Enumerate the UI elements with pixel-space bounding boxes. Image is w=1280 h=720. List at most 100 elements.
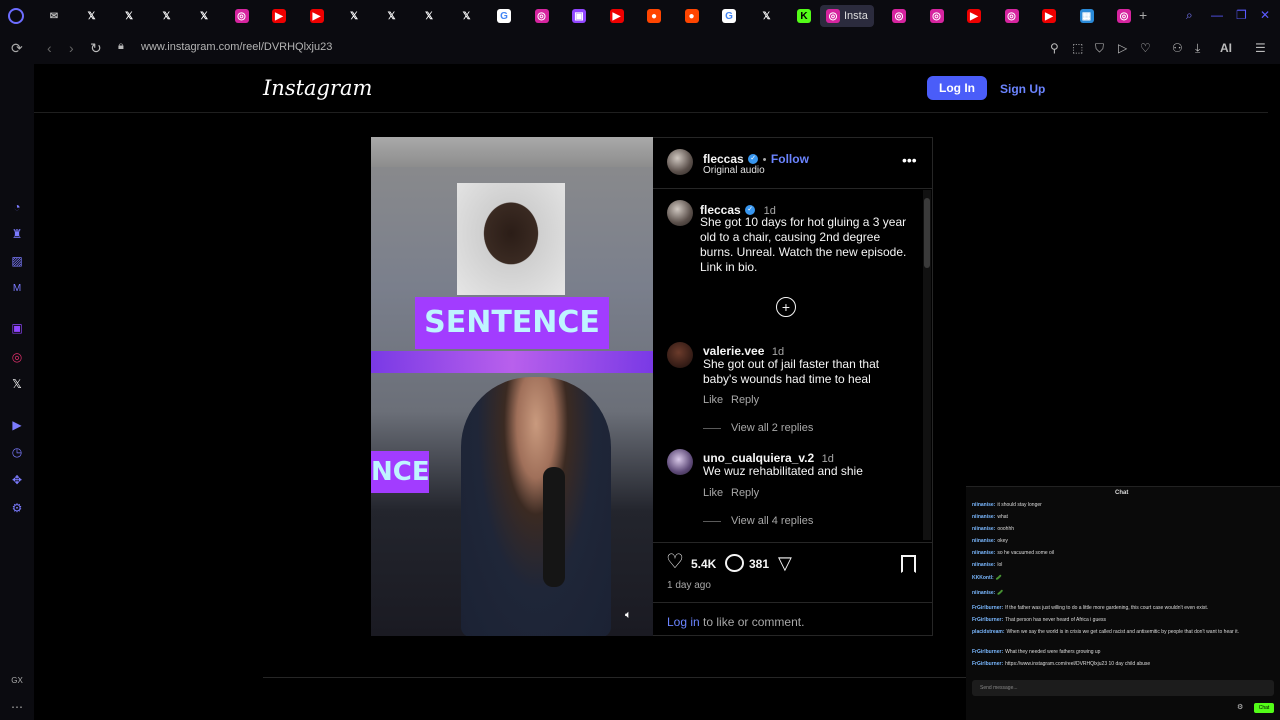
browser-tab[interactable]: 𝕏 (456, 5, 478, 27)
more-options-icon[interactable]: ••• (902, 152, 917, 168)
back-icon[interactable]: ‹ (47, 40, 52, 56)
snapshot-icon[interactable]: ⬚ (1072, 41, 1083, 55)
history-icon[interactable]: ◷ (10, 445, 24, 459)
gx-label[interactable]: GX (10, 673, 24, 687)
sync-icon[interactable]: ⟳ (11, 40, 23, 57)
settings-icon[interactable]: ⚙ (10, 501, 24, 515)
author-avatar[interactable] (667, 149, 693, 175)
browser-tab[interactable]: K (793, 5, 815, 27)
login-prompt-link[interactable]: Log in (667, 615, 700, 629)
chat-username[interactable]: niinanise: (972, 590, 995, 596)
browser-tab[interactable]: ◎ (888, 5, 910, 27)
reel-video[interactable]: SENTENCE NCE 🔈︎ (371, 137, 653, 636)
url-field[interactable]: www.instagram.com/reel/DVRHQlxju23 (141, 41, 332, 53)
chat-username[interactable]: niinanise: (972, 526, 995, 532)
reload-icon[interactable]: ↻ (90, 40, 102, 57)
browser-tab[interactable]: 𝕏 (418, 5, 440, 27)
browser-tab[interactable]: ▶ (963, 5, 985, 27)
chat-username[interactable]: niinanise: (972, 502, 995, 508)
close-icon[interactable]: ✕ (1260, 8, 1270, 22)
chat-username[interactable]: niinanise: (972, 538, 995, 544)
comment-like-button[interactable]: Like (703, 487, 723, 499)
pin-icon[interactable]: ⚲ (1050, 41, 1059, 55)
browser-tab[interactable]: G (493, 5, 515, 27)
play-icon[interactable]: ▷ (1118, 41, 1127, 55)
browser-tab[interactable]: ▣ (568, 5, 590, 27)
profile-icon[interactable]: ⚇ (1172, 41, 1183, 55)
chat-username[interactable]: KKKontl: (972, 575, 994, 581)
author-username[interactable]: fleccas (703, 152, 744, 166)
browser-tab[interactable]: 𝕏 (756, 5, 778, 27)
heart-icon[interactable]: ♡ (1140, 41, 1151, 55)
browser-tab[interactable]: ◎ (1001, 5, 1023, 27)
browser-tab[interactable]: ◎ (1113, 5, 1135, 27)
browser-tab[interactable]: 𝕏 (381, 5, 403, 27)
follow-button[interactable]: Follow (771, 152, 809, 166)
browser-tab[interactable]: ✉ (43, 5, 65, 27)
browser-tab[interactable]: ◎ (926, 5, 948, 27)
instagram-logo[interactable]: Instagram (263, 76, 372, 100)
lock-icon[interactable]: 🔒︎ (118, 40, 124, 53)
mail-m-icon[interactable]: M (10, 281, 24, 295)
caption-avatar[interactable] (667, 200, 693, 226)
browser-tab[interactable]: ▦ (1076, 5, 1098, 27)
restore-icon[interactable]: ❐ (1236, 8, 1247, 22)
audio-label[interactable]: Original audio (703, 165, 765, 176)
download-icon[interactable]: ⤓ (1195, 41, 1200, 56)
browser-tab[interactable]: 𝕏 (343, 5, 365, 27)
chat-username[interactable]: niinanise: (972, 550, 995, 556)
ai-button[interactable]: AI (1220, 41, 1232, 55)
chat-username[interactable]: niinanise: (972, 514, 995, 520)
browser-tab[interactable]: 𝕏 (81, 5, 103, 27)
chat-username[interactable]: FrGirlburner: (972, 617, 1003, 623)
like-icon[interactable]: ♡ (666, 552, 684, 572)
comment-reply-button[interactable]: Reply (731, 394, 759, 406)
minimize-icon[interactable]: — (1211, 8, 1223, 22)
extensions-icon[interactable]: ✥ (10, 473, 24, 487)
browser-tab[interactable]: ▶ (268, 5, 290, 27)
load-more-comments-icon[interactable]: + (776, 297, 796, 317)
comment-like-button[interactable]: Like (703, 394, 723, 406)
chat-username[interactable]: niinanise: (972, 562, 995, 568)
active-tab[interactable]: ◎ Insta (820, 5, 874, 27)
browser-tab[interactable]: G (718, 5, 740, 27)
comment-reply-button[interactable]: Reply (731, 487, 759, 499)
signup-link[interactable]: Sign Up (1000, 82, 1045, 96)
mute-icon[interactable]: 🔈︎ (625, 609, 632, 622)
browser-tab[interactable]: ◎ (231, 5, 253, 27)
chat-settings-icon[interactable]: ⚙ (1237, 703, 1243, 711)
browser-tab[interactable]: ● (681, 5, 703, 27)
chat-send-button[interactable]: Chat (1254, 703, 1274, 713)
forward-icon[interactable]: › (69, 40, 74, 56)
twitch-icon[interactable]: ▣ (10, 321, 24, 335)
menu-icon[interactable]: ☰ (1255, 41, 1266, 55)
comment-avatar[interactable] (667, 449, 693, 475)
browser-tab[interactable]: 𝕏 (193, 5, 215, 27)
comment-icon[interactable] (725, 554, 744, 572)
browser-tab[interactable]: ● (643, 5, 665, 27)
new-tab-icon[interactable]: + (1139, 7, 1147, 23)
browser-tab[interactable]: ▶ (606, 5, 628, 27)
chat-username[interactable]: FrGirlburner: (972, 661, 1003, 667)
chat-username[interactable]: placidstream: (972, 629, 1005, 635)
search-tabs-icon[interactable]: ⌕ (1186, 8, 1193, 23)
player-icon[interactable]: ▶ (10, 418, 24, 432)
browser-tab[interactable]: ▶ (306, 5, 328, 27)
chat-username[interactable]: FrGirlburner: (972, 605, 1003, 611)
browser-tab[interactable]: ▶ (1038, 5, 1060, 27)
comment-avatar[interactable] (667, 342, 693, 368)
browser-tab[interactable]: 𝕏 (118, 5, 140, 27)
chat-username[interactable]: FrGirlburner: (972, 649, 1003, 655)
view-replies-button[interactable]: View all 4 replies (731, 515, 813, 527)
aria-icon[interactable]: ◔ (10, 200, 24, 214)
comment-username[interactable]: valerie.vee (703, 344, 764, 358)
opera-logo-icon[interactable] (8, 8, 24, 24)
notes-icon[interactable]: ▨ (10, 254, 24, 268)
comment-username[interactable]: uno_cualquiera_v.2 (703, 451, 814, 465)
browser-tab[interactable]: 𝕏 (156, 5, 178, 27)
browser-tab[interactable]: ◎ (531, 5, 553, 27)
share-icon[interactable]: ▽ (778, 553, 792, 573)
view-replies-button[interactable]: View all 2 replies (731, 422, 813, 434)
bot-icon[interactable]: ♜ (10, 227, 24, 241)
scrollbar-thumb[interactable] (924, 198, 930, 268)
